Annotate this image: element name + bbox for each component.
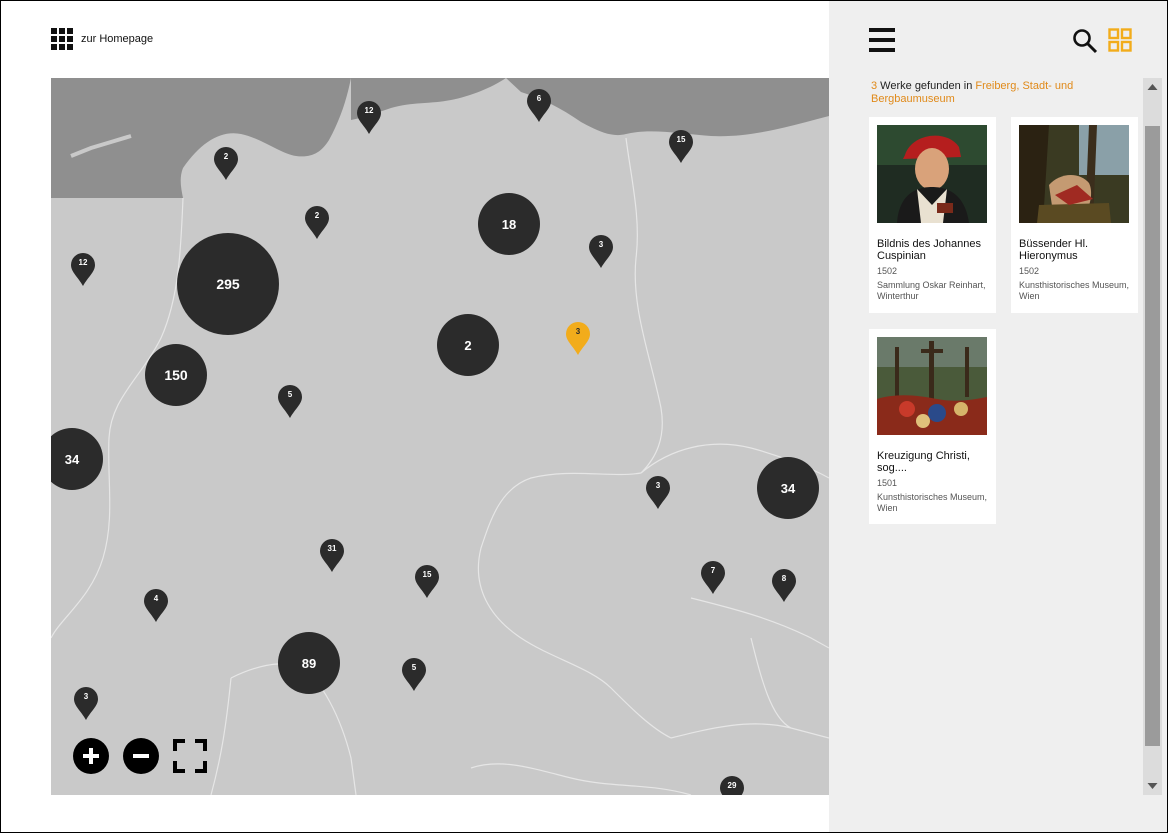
apps-grid-icon <box>51 28 73 50</box>
scroll-up-icon[interactable] <box>1143 78 1162 96</box>
map[interactable]: 295 150 18 2 34 34 89 12 6 2 15 2 3 12 3… <box>51 78 829 795</box>
map-pin-label: 7 <box>710 566 716 575</box>
map-pin[interactable]: 12 <box>356 101 382 135</box>
map-pin[interactable]: 2 <box>304 206 330 240</box>
map-pin-label: 5 <box>287 390 293 399</box>
map-pin-label: 2 <box>314 211 320 220</box>
map-controls <box>73 738 207 774</box>
map-cluster[interactable]: 295 <box>177 233 279 335</box>
map-pin[interactable]: 5 <box>401 658 427 692</box>
map-pin-label: 2 <box>223 152 229 161</box>
map-pin-label: 3 <box>655 481 661 490</box>
zoom-in-icon[interactable] <box>73 738 109 774</box>
map-pin-label: 3 <box>83 692 89 701</box>
map-cluster[interactable]: 150 <box>145 344 207 406</box>
artwork-thumbnail <box>877 125 987 223</box>
artwork-location: Kunsthistorisches Museum, Wien <box>877 492 988 513</box>
search-icon[interactable] <box>1072 28 1098 54</box>
map-background <box>51 78 829 795</box>
scroll-thumb[interactable] <box>1145 126 1160 746</box>
artwork-year: 1501 <box>877 478 898 488</box>
map-cluster[interactable]: 18 <box>478 193 540 255</box>
results-summary: 3 Werke gefunden in Freiberg, Stadt- und… <box>871 80 1111 106</box>
map-pin-label: 8 <box>781 574 787 583</box>
map-pin[interactable]: 3 <box>73 687 99 721</box>
map-pin[interactable]: 8 <box>771 569 797 603</box>
map-pin-label: 3 <box>598 240 604 249</box>
map-pin[interactable]: 7 <box>700 561 726 595</box>
artwork-year: 1502 <box>1019 266 1040 276</box>
artwork-card[interactable]: Bildnis des Johannes Cuspinian 1502 Samm… <box>869 117 996 313</box>
artwork-thumbnail <box>1019 125 1129 223</box>
map-pin[interactable]: 5 <box>277 385 303 419</box>
map-pin-label: 12 <box>364 106 374 115</box>
map-cluster[interactable]: 89 <box>278 632 340 694</box>
artwork-title: Bildnis des Johannes Cuspinian <box>877 238 981 262</box>
map-pin-label: 31 <box>327 544 337 553</box>
map-pin-label: 29 <box>727 781 737 790</box>
map-pin[interactable]: 15 <box>414 565 440 599</box>
map-pin-label: 3 <box>575 327 581 336</box>
map-cluster[interactable]: 2 <box>437 314 499 376</box>
artwork-title: Büssender Hl. Hieronymus <box>1019 238 1089 262</box>
artwork-location: Kunsthistorisches Museum, Wien <box>1019 280 1130 301</box>
artwork-location: Sammlung Oskar Reinhart, Winterthur <box>877 280 986 301</box>
map-pin-label: 15 <box>422 570 432 579</box>
homepage-link[interactable]: zur Homepage <box>51 28 153 50</box>
fullscreen-icon[interactable] <box>173 739 207 773</box>
map-pin[interactable]: 12 <box>70 253 96 287</box>
map-pin-label: 15 <box>676 135 686 144</box>
panel-scrollbar[interactable] <box>1143 78 1162 795</box>
map-pin[interactable]: 15 <box>668 130 694 164</box>
map-pin[interactable]: 31 <box>319 539 345 573</box>
map-pin[interactable]: 3 <box>588 235 614 269</box>
artwork-year: 1502 <box>877 266 898 276</box>
map-pin[interactable]: 4 <box>143 589 169 623</box>
homepage-label: zur Homepage <box>81 33 154 45</box>
map-pin-label: 4 <box>153 594 159 603</box>
results-panel: 3 Werke gefunden in Freiberg, Stadt- und… <box>829 0 1168 833</box>
results-text: Werke gefunden in <box>877 80 976 92</box>
map-pin[interactable]: 29 <box>719 776 745 795</box>
map-pin[interactable]: 6 <box>526 89 552 123</box>
map-pin-label: 6 <box>536 94 542 103</box>
map-pin[interactable]: 2 <box>213 147 239 181</box>
map-pin-selected[interactable]: 3 <box>565 322 591 356</box>
tiles-view-icon[interactable] <box>1108 28 1132 52</box>
map-pin-label: 5 <box>411 663 417 672</box>
artwork-card[interactable]: Kreuzigung Christi, sog.... 1501 Kunsthi… <box>869 329 996 524</box>
artwork-thumbnail <box>877 337 987 435</box>
scroll-down-icon[interactable] <box>1143 777 1162 795</box>
map-pin-label: 12 <box>78 258 88 267</box>
map-pin[interactable]: 3 <box>645 476 671 510</box>
artwork-title: Kreuzigung Christi, sog.... <box>877 450 970 474</box>
zoom-out-icon[interactable] <box>123 738 159 774</box>
artwork-card[interactable]: Büssender Hl. Hieronymus 1502 Kunsthisto… <box>1011 117 1138 313</box>
map-cluster[interactable]: 34 <box>757 457 819 519</box>
menu-icon[interactable] <box>869 28 895 52</box>
